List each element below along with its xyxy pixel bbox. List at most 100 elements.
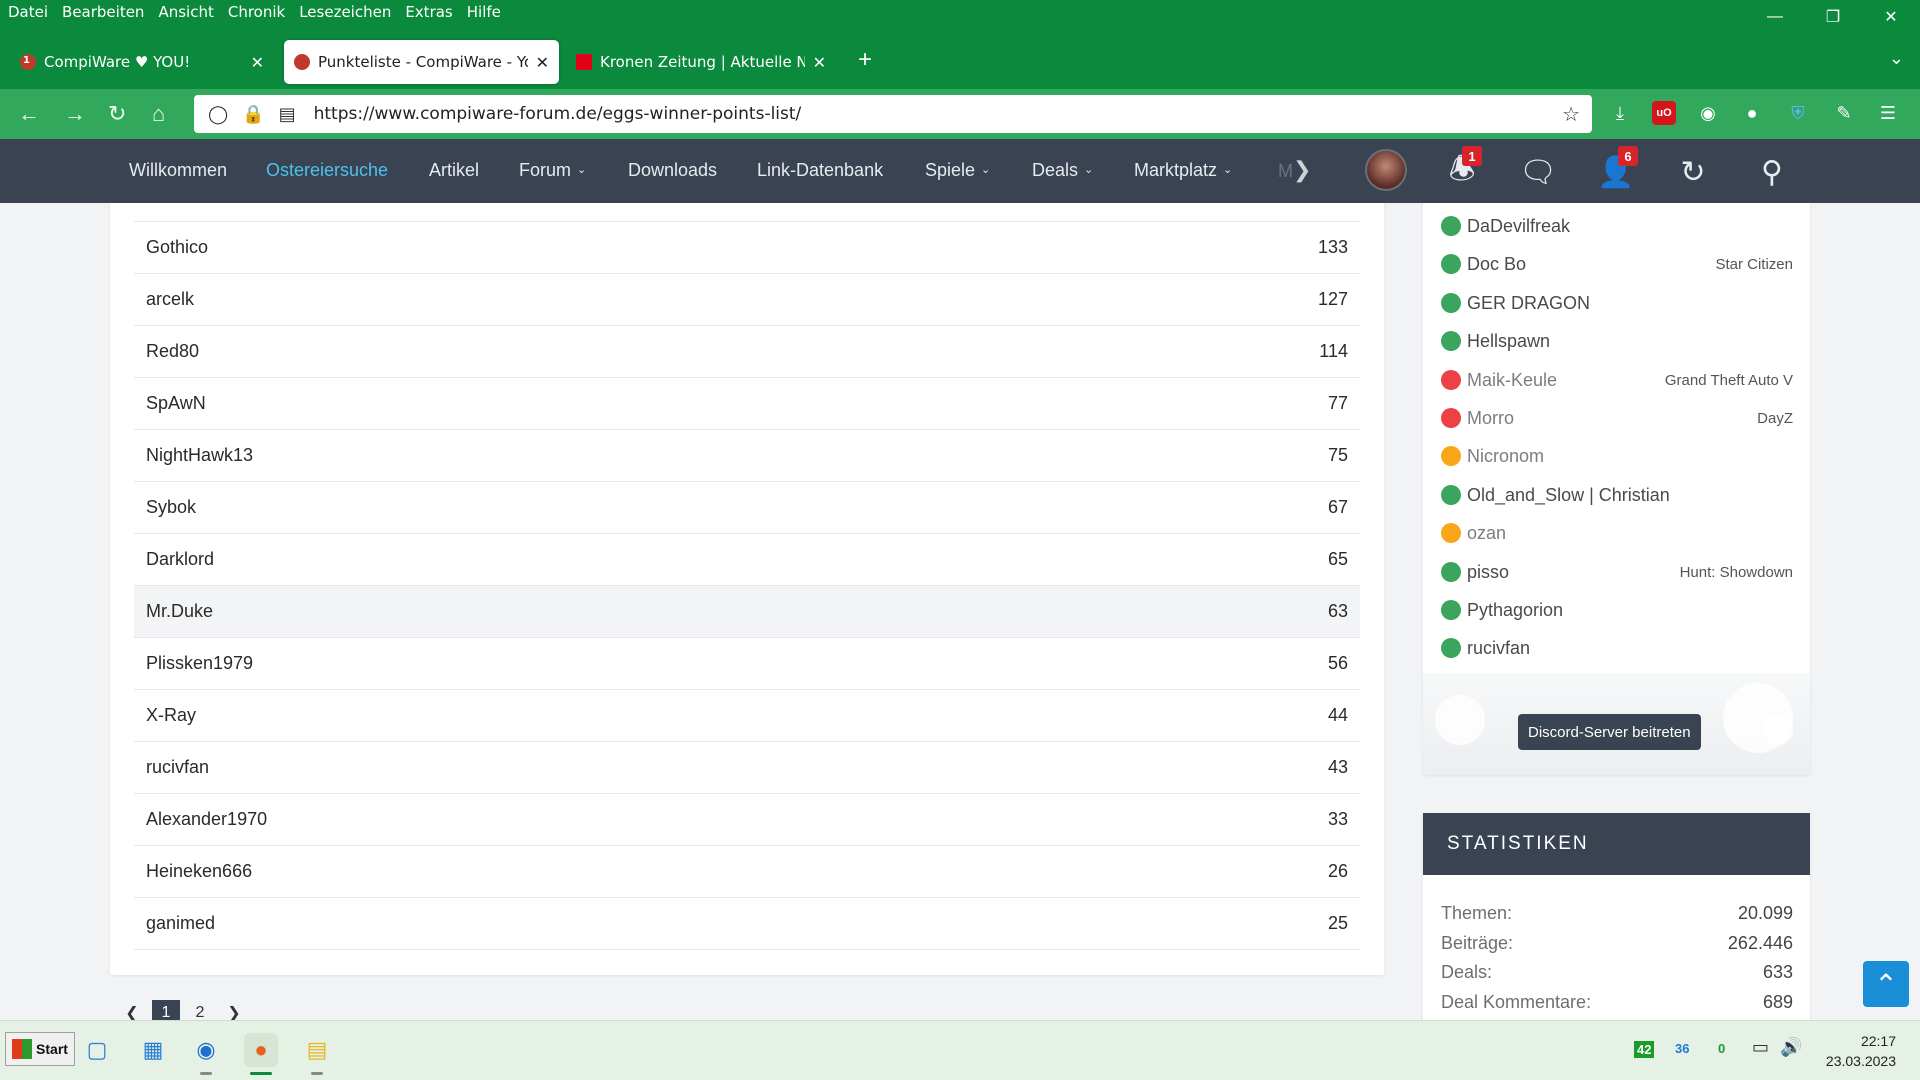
discord-member: Doc Bo Star Citizen [1441, 249, 1793, 279]
nav-forum[interactable]: Forum ⌄ [519, 160, 586, 181]
user-name-link[interactable]: Plissken1979 [146, 653, 1328, 674]
user-name-link[interactable]: Red80 [146, 341, 1319, 362]
menu-ansicht[interactable]: Ansicht [158, 3, 213, 21]
tray-cpu-meter[interactable]: 42 [1634, 1041, 1655, 1058]
permissions-icon[interactable]: ▤ [279, 104, 296, 125]
bitwarden-shield-icon[interactable]: ⛨ [1786, 101, 1810, 125]
tray-counter[interactable]: 36 [1675, 1041, 1689, 1056]
user-name-link[interactable]: Heineken666 [146, 861, 1328, 882]
list-tabs-icon[interactable]: ⌄ [1889, 48, 1904, 69]
user-requests-badge: 6 [1618, 146, 1638, 166]
minimize-icon[interactable]: — [1746, 0, 1804, 34]
table-row: Red80 114 [134, 326, 1360, 378]
close-tab-icon[interactable]: ✕ [536, 53, 549, 72]
new-tab-icon[interactable]: + [858, 46, 872, 74]
tab-punkteliste[interactable]: Punkteliste - CompiWare - Your ✕ [284, 40, 559, 84]
menu-datei[interactable]: Datei [8, 3, 48, 21]
url-text[interactable]: https://www.compiware-forum.de/eggs-winn… [314, 104, 802, 124]
back-icon[interactable]: ← [18, 101, 40, 127]
discord-member: Maik-Keule Grand Theft Auto V [1441, 365, 1793, 395]
user-name-link[interactable]: Mr.Duke [146, 601, 1328, 622]
stat-row: Beiträge: 262.446 [1441, 933, 1793, 953]
table-row: NightHawk13 75 [134, 430, 1360, 482]
nav-downloads[interactable]: Downloads [628, 160, 717, 181]
menu-chronik[interactable]: Chronik [228, 3, 285, 21]
menu-bearbeiten[interactable]: Bearbeiten [62, 3, 144, 21]
user-name-link[interactable]: Sybok [146, 497, 1328, 518]
user-name-link[interactable]: Gothico [146, 237, 1318, 258]
tab-kronen-zeitung[interactable]: Kronen Zeitung | Aktuelle Nach ✕ [566, 40, 836, 84]
extension-globe-icon[interactable]: ◉ [1696, 101, 1720, 125]
home-icon[interactable]: ⌂ [152, 101, 165, 127]
forward-icon[interactable]: → [64, 101, 86, 127]
system-clock[interactable]: 22:17 23.03.2023 [1816, 1031, 1896, 1071]
table-row: arcelk 127 [134, 274, 1360, 326]
shield-icon[interactable]: ◯ [208, 104, 228, 125]
table-row: Heineken666 26 [134, 846, 1360, 898]
user-name-link[interactable]: Darklord [146, 549, 1328, 570]
user-name-link[interactable]: rucivfan [146, 757, 1328, 778]
desktop-icon[interactable]: ▢ [80, 1033, 114, 1067]
user-avatar[interactable] [1365, 149, 1407, 191]
volume-icon[interactable]: 🔊 [1780, 1037, 1802, 1058]
discord-join-button[interactable]: Discord-Server beitreten [1518, 714, 1701, 750]
ublock-icon[interactable]: uO [1652, 101, 1676, 125]
calendar-app-icon[interactable]: ▦ [136, 1033, 170, 1067]
user-name-link[interactable]: arcelk [146, 289, 1318, 310]
conversations-icon[interactable]: 🗨 [1518, 153, 1558, 191]
extensions-puzzle-icon[interactable]: ✎ [1832, 101, 1856, 125]
nav-ostereiersuche[interactable]: Ostereiersuche [266, 160, 388, 181]
user-name-link[interactable]: Alexander1970 [146, 809, 1328, 830]
user-name-link[interactable]: SpAwN [146, 393, 1328, 414]
close-tab-icon[interactable]: ✕ [251, 53, 264, 72]
nav-more-chevron-icon[interactable]: M❯ [1278, 157, 1311, 183]
tab-title: Kronen Zeitung | Aktuelle Nach [600, 53, 805, 71]
user-name-link[interactable]: NightHawk13 [146, 445, 1328, 466]
statistics-widget: STATISTIKEN Themen: 20.099 Beiträge: 262.4… [1423, 813, 1810, 1033]
menu-extras[interactable]: Extras [405, 3, 452, 21]
file-explorer-icon[interactable]: ▤ [300, 1033, 334, 1075]
krone-favicon-icon [576, 54, 592, 70]
menu-lesezeichen[interactable]: Lesezeichen [299, 3, 391, 21]
stat-row: Deal Kommentare: 689 [1441, 992, 1793, 1012]
nav-artikel[interactable]: Artikel [429, 160, 479, 181]
downloads-icon[interactable]: ⤓ [1608, 101, 1632, 125]
tray-counter[interactable]: 0 [1718, 1041, 1725, 1056]
start-button[interactable]: Start [5, 1032, 75, 1066]
status-online-icon [1441, 485, 1461, 505]
restore-icon[interactable]: ❐ [1804, 0, 1862, 34]
search-icon[interactable]: ⚲ [1752, 153, 1792, 191]
nav-link-datenbank[interactable]: Link-Datenbank [757, 160, 883, 181]
refresh-icon[interactable]: ↻ [1673, 153, 1713, 191]
menu-hilfe[interactable]: Hilfe [467, 3, 501, 21]
table-row: ganimed 25 [134, 898, 1360, 950]
user-name-link[interactable]: X-Ray [146, 705, 1328, 726]
table-row: Sybok 67 [134, 482, 1360, 534]
discord-member: GER DRAGON [1441, 288, 1793, 318]
points-value: 26 [1327, 861, 1348, 881]
nav-spiele[interactable]: Spiele ⌄ [925, 160, 990, 181]
nav-willkommen[interactable]: Willkommen [129, 160, 227, 181]
points-value: 33 [1327, 809, 1348, 829]
close-window-icon[interactable]: ✕ [1862, 0, 1920, 34]
reload-icon[interactable]: ↻ [108, 101, 126, 127]
firefox-icon[interactable]: ● [244, 1033, 278, 1075]
nav-marktplatz[interactable]: Marktplatz ⌄ [1134, 160, 1232, 181]
close-tab-icon[interactable]: ✕ [813, 53, 826, 72]
network-icon[interactable]: ▭ [1752, 1037, 1769, 1058]
discord-member: Old_and_Slow | Christian [1441, 480, 1793, 510]
points-value: 114 [1319, 341, 1348, 361]
bookmark-star-icon[interactable]: ☆ [1562, 102, 1580, 127]
extension-mask-icon[interactable]: ● [1740, 101, 1764, 125]
app-menu-icon[interactable]: ☰ [1876, 101, 1900, 125]
user-name-link[interactable]: ganimed [146, 913, 1328, 934]
status-dnd-icon [1441, 408, 1461, 428]
address-bar[interactable]: ◯ 🔒 ▤ https://www.compiware-forum.de/egg… [194, 95, 1592, 133]
lock-icon[interactable]: 🔒 [242, 104, 264, 125]
scroll-to-top-button[interactable]: ⌃ [1863, 961, 1909, 1007]
points-value: 25 [1327, 913, 1348, 933]
tab-compiware[interactable]: 1 CompiWare ♥ YOU! ✕ [10, 40, 274, 84]
chevron-down-icon: ⌄ [577, 164, 587, 176]
nav-deals[interactable]: Deals ⌄ [1032, 160, 1093, 181]
thunderbird-icon[interactable]: ◉ [189, 1033, 223, 1075]
